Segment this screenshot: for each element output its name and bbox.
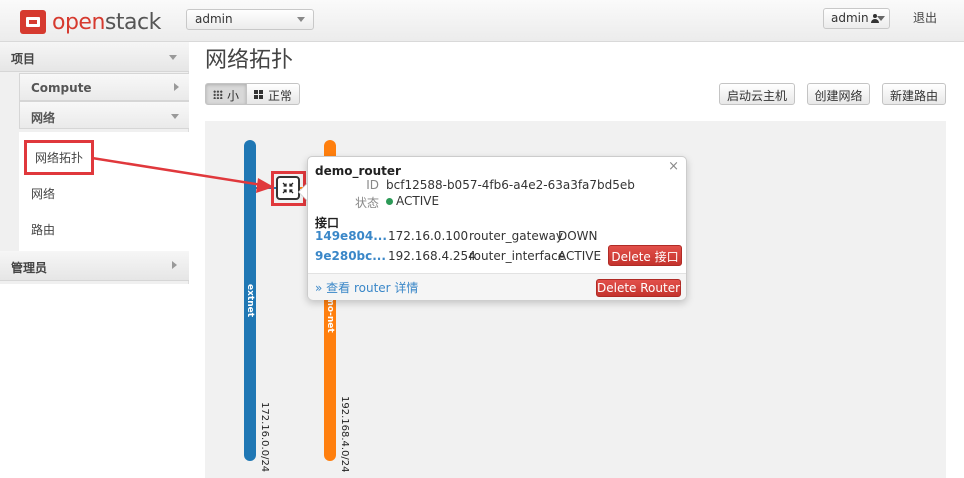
- interface-ip: 172.16.0.100: [388, 229, 469, 243]
- router-status-value: ACTIVE: [386, 194, 439, 208]
- interface-type: router_interface: [469, 249, 566, 263]
- router-popover: × demo_router ID bcf12588-b057-4fb6-a4e2…: [307, 156, 687, 300]
- router-name: demo_router: [315, 164, 401, 178]
- delete-router-button[interactable]: Delete Router: [596, 279, 681, 297]
- close-icon[interactable]: ×: [668, 159, 679, 174]
- router-node[interactable]: [276, 176, 300, 200]
- popover-footer: » 查看 router 详情 Delete Router: [308, 273, 686, 300]
- router-id-value: bcf12588-b057-4fb6-a4e2-63a3fa7bd5eb: [386, 178, 635, 192]
- interface-ip: 192.168.4.254: [388, 249, 476, 263]
- router-icon: [282, 182, 294, 194]
- router-status-text: ACTIVE: [396, 194, 440, 208]
- popover-caret-inner: [299, 184, 307, 200]
- router-status-label: 状态: [354, 196, 379, 210]
- router-id-label: ID: [366, 178, 379, 192]
- interface-id-link[interactable]: 149e804...: [315, 229, 387, 243]
- status-active-icon: [386, 198, 393, 205]
- interface-status: DOWN: [558, 229, 598, 243]
- interface-status: ACTIVE: [558, 249, 602, 263]
- interface-id-link[interactable]: 9e280bc...: [315, 249, 386, 263]
- router-detail-link[interactable]: » 查看 router 详情: [315, 279, 418, 296]
- delete-interface-button[interactable]: Delete 接口: [608, 245, 682, 266]
- interface-type: router_gateway: [469, 229, 563, 243]
